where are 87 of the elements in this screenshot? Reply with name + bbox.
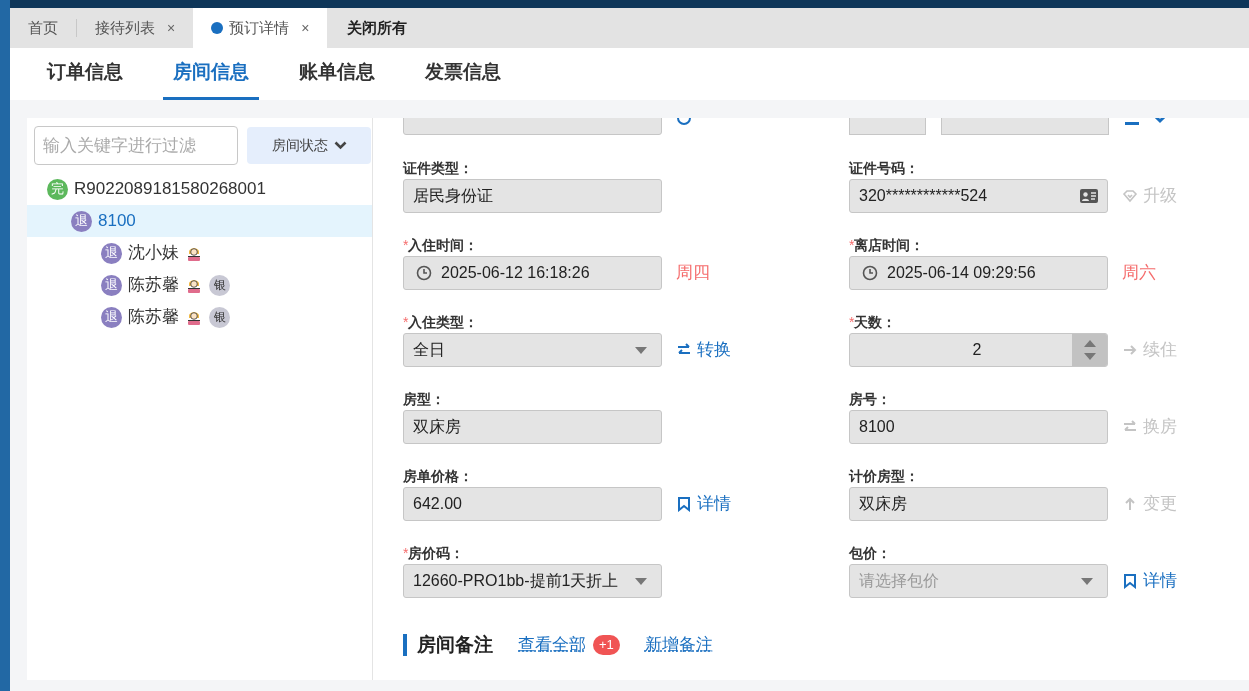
action-link[interactable]: 详情: [1122, 568, 1177, 594]
add-note-link[interactable]: 新增备注: [644, 632, 713, 658]
tab-label: 首页: [28, 17, 58, 38]
member-level-badge: 银: [209, 306, 230, 328]
id-number-field[interactable]: 320************524: [849, 179, 1108, 213]
count-badge: +1: [593, 634, 620, 655]
required-mark: *: [403, 544, 409, 563]
tree-item[interactable]: 退 沈小妹: [27, 237, 372, 269]
field-label: 入住时间：: [408, 236, 479, 255]
text-field[interactable]: 居民身份证: [403, 179, 662, 213]
text-field[interactable]: 双床房: [403, 410, 662, 444]
field-label: 房型：: [403, 390, 445, 409]
clock-icon: [862, 265, 878, 281]
field-label: 天数：: [854, 313, 897, 332]
clock-icon: [416, 265, 432, 281]
bookmark-icon: [1122, 573, 1138, 589]
close-icon[interactable]: ×: [301, 17, 310, 39]
section-tab[interactable]: 房间信息: [163, 48, 259, 100]
select-field[interactable]: 12660-PRO1bb-提前1天折上: [403, 564, 662, 598]
select-value: 12660-PRO1bb-提前1天折上: [413, 571, 619, 591]
field-label: 证件类型：: [403, 159, 473, 178]
section-tab[interactable]: 发票信息: [415, 48, 511, 100]
action-link[interactable]: 转换: [676, 337, 731, 363]
text-field[interactable]: 642.00: [403, 487, 662, 521]
tree-item[interactable]: 退 8100: [27, 205, 372, 237]
select-value: 全日: [413, 340, 445, 360]
close-icon[interactable]: ×: [167, 17, 176, 39]
field-label: 包价：: [849, 544, 891, 563]
member-level-badge: 银: [209, 274, 230, 296]
weekday-text: 周四: [676, 262, 710, 285]
page-tab[interactable]: 接待列表 ×: [77, 8, 194, 48]
dropdown-caret-icon: [1081, 577, 1093, 585]
filter-input[interactable]: 输入关键字进行过滤: [34, 126, 238, 165]
tree-item-label: 沈小妹: [128, 242, 179, 265]
section-tab[interactable]: 订单信息: [37, 48, 133, 100]
action-link[interactable]: 详情: [676, 491, 731, 517]
status-badge: 退: [71, 210, 92, 232]
bookmark-icon: [676, 496, 692, 512]
close-all-button[interactable]: 关闭所有: [327, 8, 428, 48]
field-label: 入住类型：: [408, 313, 479, 332]
notes-heading: 房间备注: [403, 633, 493, 656]
field-label: 计价房型：: [849, 467, 919, 486]
tree-item[interactable]: 完 R9022089181580268001: [27, 173, 372, 205]
tree-item[interactable]: 退 陈苏馨 银: [27, 301, 372, 333]
status-badge: 退: [101, 274, 122, 296]
datetime-field[interactable]: 2025-06-14 09:29:56: [849, 256, 1108, 290]
status-badge: 退: [101, 306, 122, 328]
required-mark: *: [403, 236, 409, 255]
field-label: 证件号码：: [849, 159, 919, 178]
select-placeholder: 请选择包价: [859, 571, 939, 591]
page-tab[interactable]: 首页: [10, 8, 76, 48]
field-label: 房单价格：: [403, 467, 473, 486]
dropdown-caret-icon: [635, 577, 647, 585]
section-tab[interactable]: 账单信息: [289, 48, 385, 100]
stepper-value: 2: [971, 340, 983, 360]
tree-item-label: 陈苏馨: [128, 274, 179, 297]
tree-item-label: R9022089181580268001: [74, 178, 266, 201]
id-number-value: 320************524: [859, 186, 988, 206]
datetime-value: 2025-06-14 09:29:56: [887, 263, 1036, 283]
number-stepper[interactable]: 2: [849, 333, 1108, 367]
id-card-icon: [1080, 189, 1098, 203]
room-status-dropdown[interactable]: 房间状态: [247, 127, 371, 164]
required-mark: *: [403, 313, 409, 332]
dropdown-caret-icon: [635, 346, 647, 354]
weekday-text: 周六: [1122, 262, 1156, 285]
stepper-arrows[interactable]: [1072, 334, 1107, 366]
field-label: 离店时间：: [854, 236, 925, 255]
tab-label: 预订详情: [229, 17, 290, 38]
page-tab[interactable]: 预订详情 ×: [193, 8, 328, 48]
required-mark: *: [849, 236, 855, 255]
tree-item-label: 陈苏馨: [128, 306, 179, 329]
tab-label: 接待列表: [95, 17, 155, 38]
datetime-value: 2025-06-12 16:18:26: [441, 263, 590, 283]
field-label: 房价码：: [408, 544, 465, 563]
view-all-link[interactable]: 查看全部: [518, 632, 586, 658]
status-badge: 完: [47, 178, 68, 200]
tree-item[interactable]: 退 陈苏馨 银: [27, 269, 372, 301]
field-label: 房号：: [849, 390, 891, 409]
chevron-down-icon: [333, 141, 347, 150]
required-mark: *: [849, 313, 855, 332]
text-field[interactable]: 双床房: [849, 487, 1108, 521]
tree-item-label: 8100: [98, 210, 136, 233]
status-badge: 退: [101, 242, 122, 264]
datetime-field[interactable]: 2025-06-12 16:18:26: [403, 256, 662, 290]
select-field[interactable]: 全日: [403, 333, 662, 367]
diamond-icon: [1122, 188, 1138, 204]
text-field[interactable]: 8100: [849, 410, 1108, 444]
